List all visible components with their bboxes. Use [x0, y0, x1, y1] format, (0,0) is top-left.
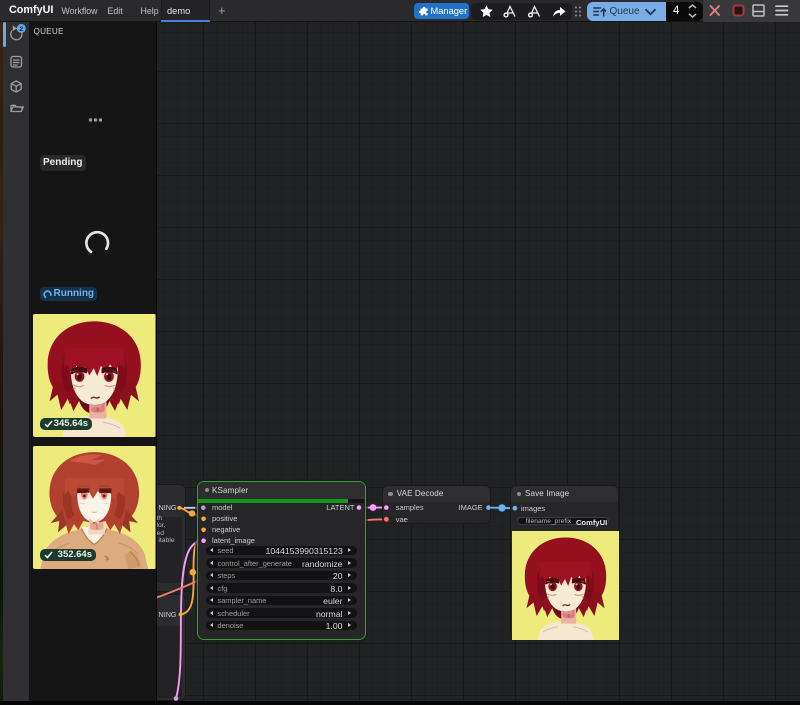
svg-text:2: 2 — [19, 26, 23, 33]
